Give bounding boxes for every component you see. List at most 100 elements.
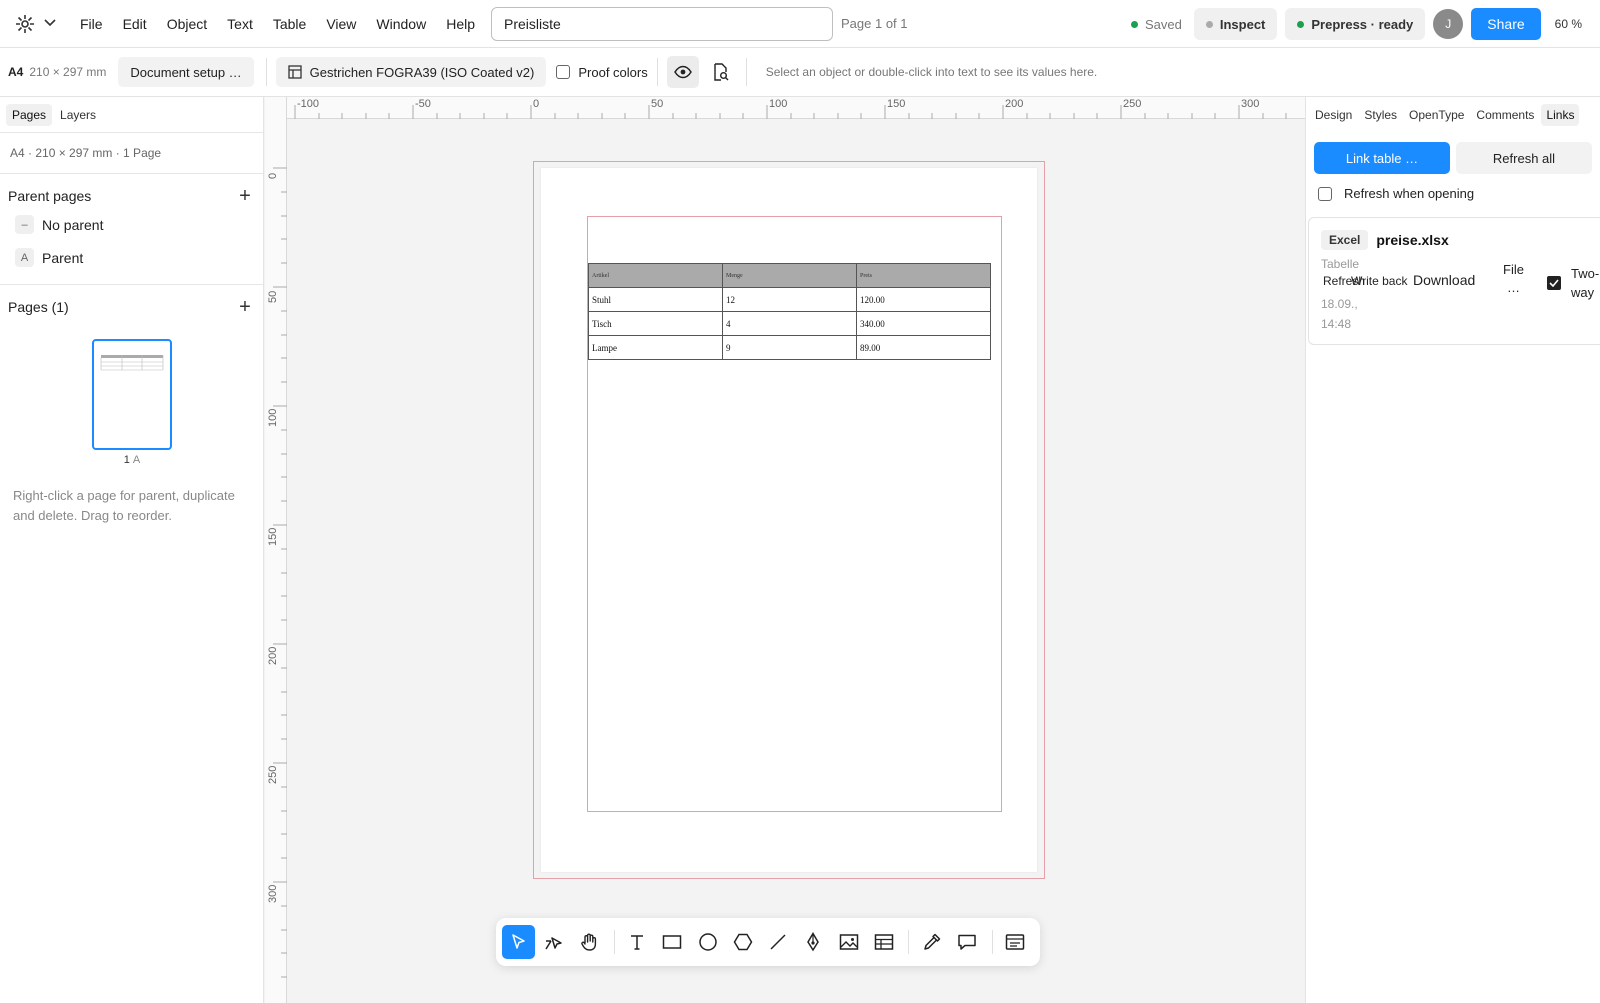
eyedropper-icon[interactable] xyxy=(915,925,948,959)
link-write-back-button[interactable]: Write back xyxy=(1351,274,1407,288)
menu-view[interactable]: View xyxy=(316,16,366,32)
tab-styles[interactable]: Styles xyxy=(1359,104,1402,126)
prepress-status-button[interactable]: Prepress · ready xyxy=(1285,8,1426,40)
vertical-ruler-ticks xyxy=(273,167,287,978)
menu-text[interactable]: Text xyxy=(217,16,263,32)
proof-colors-toggle[interactable]: Proof colors xyxy=(556,64,648,80)
menu-window[interactable]: Window xyxy=(366,16,436,32)
direct-select-icon[interactable] xyxy=(537,925,570,959)
hand-pan-icon[interactable] xyxy=(572,925,605,959)
refresh-all-button[interactable]: Refresh all xyxy=(1456,142,1592,174)
tab-comments[interactable]: Comments xyxy=(1471,104,1539,126)
canvas-area[interactable]: -100 -50 0 50 100 150 200 250 300 0 50 1… xyxy=(265,97,1305,1003)
parent-label: No parent xyxy=(42,216,104,233)
inspector-panel: Design Styles OpenType Comments Links Li… xyxy=(1305,97,1600,1003)
page-thumbnail[interactable] xyxy=(92,339,172,450)
page-indicator: Page 1 of 1 xyxy=(841,16,908,31)
menu-file[interactable]: File xyxy=(70,16,113,32)
ellipse-tool-icon[interactable] xyxy=(691,925,724,959)
table-row: Lampe 9 89.00 xyxy=(588,335,991,360)
text-tool-icon[interactable] xyxy=(621,925,654,959)
link-file-more-icon[interactable]: … xyxy=(1507,280,1520,295)
image-tool-icon[interactable] xyxy=(832,925,865,959)
add-parent-plus-icon[interactable]: + xyxy=(235,186,255,206)
proof-colors-label: Proof colors xyxy=(578,64,648,80)
pen-tool-icon[interactable] xyxy=(797,925,830,959)
top-bar: File Edit Object Text Table View Window … xyxy=(0,0,1600,48)
tab-opentype[interactable]: OpenType xyxy=(1404,104,1469,126)
link-download-button[interactable]: Download xyxy=(1413,272,1475,288)
page-thumbnail-label: 1A xyxy=(124,454,140,466)
menu-table[interactable]: Table xyxy=(263,16,316,32)
color-profile-button[interactable]: Gestrichen FOGRA39 (ISO Coated v2) xyxy=(275,57,547,87)
parent-badge: A xyxy=(15,248,34,267)
ruler-label: 100 xyxy=(769,98,788,110)
page-thumbnail-item[interactable]: 1A xyxy=(0,339,264,466)
inspect-button[interactable]: Inspect xyxy=(1193,8,1278,40)
zoom-level[interactable]: 60 % xyxy=(1555,17,1582,31)
table-cell[interactable]: 12 xyxy=(722,287,857,312)
parent-item-none[interactable]: – No parent xyxy=(8,208,255,241)
tab-pages[interactable]: Pages xyxy=(6,103,53,126)
table-header-cell[interactable]: Preis xyxy=(856,263,991,288)
avatar[interactable]: J xyxy=(1433,9,1464,39)
color-profile-grid-icon xyxy=(288,65,302,79)
polygon-tool-icon[interactable] xyxy=(726,925,759,959)
comment-tool-icon[interactable] xyxy=(951,925,984,959)
pages-hint: Right-click a page for parent, duplicate… xyxy=(13,488,235,523)
table-header-cell[interactable]: Artikel xyxy=(588,263,723,288)
price-table[interactable]: Artikel Menge Preis Stuhl 12 120.00 Tisc… xyxy=(588,263,991,360)
refresh-when-opening-checkbox[interactable] xyxy=(1318,186,1332,201)
toolbar-divider xyxy=(265,58,267,86)
form-field-tool-icon[interactable] xyxy=(999,925,1032,959)
prepress-dot-icon xyxy=(1297,20,1305,28)
link-table-button[interactable]: Link table … xyxy=(1314,142,1450,174)
table-cell[interactable]: Tisch xyxy=(588,311,723,336)
table-cell[interactable]: 89.00 xyxy=(856,335,991,360)
app-logo-icon[interactable] xyxy=(12,11,38,37)
two-way-checkbox[interactable] xyxy=(1547,276,1561,290)
table-cell[interactable]: Stuhl xyxy=(588,287,723,312)
document-setup-button[interactable]: Document setup … xyxy=(118,57,254,87)
main-menu: File Edit Object Text Table View Window … xyxy=(70,16,485,32)
tab-layers[interactable]: Layers xyxy=(54,104,102,126)
ruler-label: 200 xyxy=(267,646,279,665)
toolbar-divider xyxy=(656,58,658,86)
app-menu-chevron-down-icon[interactable] xyxy=(44,18,56,30)
parent-pages-section: Parent pages + – No parent A Parent xyxy=(0,174,263,285)
table-cell[interactable]: 340.00 xyxy=(856,311,991,336)
tab-links[interactable]: Links xyxy=(1541,104,1580,126)
line-tool-icon[interactable] xyxy=(762,925,795,959)
toolbar-divider xyxy=(613,930,615,954)
add-page-plus-icon[interactable]: + xyxy=(235,297,255,317)
refresh-when-opening-toggle[interactable]: Refresh when opening xyxy=(1306,183,1600,204)
parent-item-a[interactable]: A Parent xyxy=(8,241,255,274)
rectangle-tool-icon[interactable] xyxy=(656,925,689,959)
tab-design[interactable]: Design xyxy=(1310,104,1357,126)
table-cell[interactable]: 4 xyxy=(722,311,857,336)
horizontal-ruler[interactable]: -100 -50 0 50 100 150 200 250 300 xyxy=(265,97,1305,119)
table-cell[interactable]: Lampe xyxy=(588,335,723,360)
preflight-search-icon[interactable] xyxy=(705,56,737,88)
link-type-badge: Excel xyxy=(1321,230,1369,250)
menu-object[interactable]: Object xyxy=(157,16,217,32)
link-file-menu-button[interactable]: File xyxy=(1503,262,1524,277)
page-format-size: 210 × 297 mm xyxy=(29,65,107,79)
ruler-label: 0 xyxy=(267,172,279,179)
document-title-input[interactable] xyxy=(491,6,833,41)
select-arrow-icon[interactable] xyxy=(502,925,536,959)
table-cell[interactable]: 9 xyxy=(722,335,857,360)
share-button[interactable]: Share xyxy=(1471,8,1541,40)
table-tool-icon[interactable] xyxy=(867,925,900,959)
preview-eye-icon[interactable] xyxy=(666,56,699,88)
menu-help[interactable]: Help xyxy=(436,16,485,32)
proof-colors-checkbox[interactable] xyxy=(556,65,571,79)
table-cell[interactable]: 120.00 xyxy=(856,287,991,312)
ruler-label: 0 xyxy=(533,98,540,110)
ruler-label: 50 xyxy=(651,98,664,110)
vertical-ruler[interactable]: 0 50 100 150 200 250 300 xyxy=(265,97,287,1003)
menu-edit[interactable]: Edit xyxy=(113,16,157,32)
tools-toolbar xyxy=(496,918,1040,966)
table-header-cell[interactable]: Menge xyxy=(722,263,857,288)
save-status: Saved xyxy=(1130,17,1182,32)
